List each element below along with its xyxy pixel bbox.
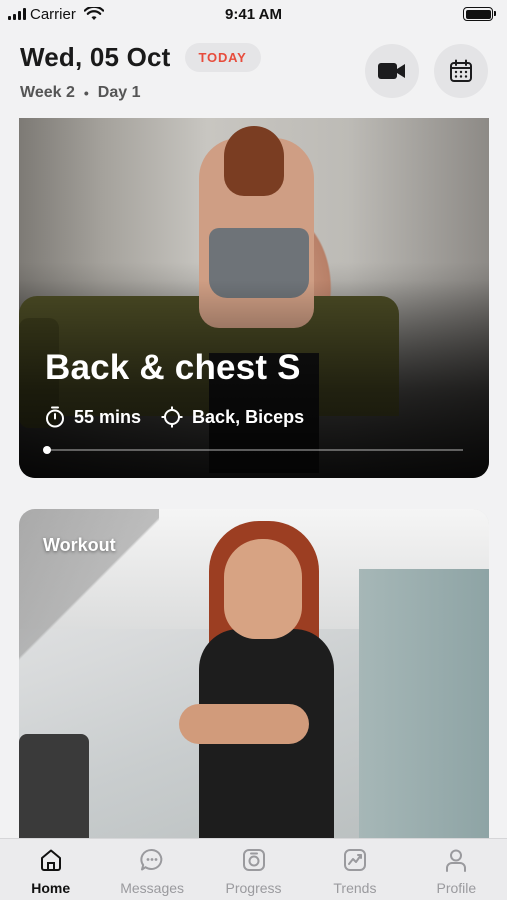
video-progress-knob[interactable]: [43, 446, 51, 454]
card-photo-arm: [179, 704, 309, 744]
date-row: Wed, 05 Oct TODAY: [20, 42, 261, 73]
crosshair-icon: [161, 406, 183, 428]
video-button[interactable]: [365, 44, 419, 98]
tab-home[interactable]: Home: [0, 839, 101, 900]
stopwatch-icon: [46, 406, 64, 428]
page-title: Wed, 05 Oct: [20, 42, 171, 72]
tab-trends-label: Trends: [333, 880, 377, 896]
card-title: Back & chest S: [45, 348, 301, 387]
chat-bubble-icon: [140, 849, 163, 871]
card-photo-wall: [359, 569, 489, 839]
home-icon: [40, 849, 61, 871]
target-label: Back, Biceps: [192, 406, 305, 427]
duration-item: 55 mins: [45, 406, 141, 428]
carrier-label: Carrier: [30, 5, 76, 23]
card-photo-face: [224, 539, 302, 639]
target-item: Back, Biceps: [161, 406, 304, 428]
separator-dot: •: [83, 85, 89, 101]
tab-trends[interactable]: Trends: [304, 839, 405, 900]
tab-progress[interactable]: Progress: [203, 839, 304, 900]
today-badge[interactable]: TODAY: [184, 43, 261, 72]
signal-icon: [8, 8, 26, 20]
video-progress-track[interactable]: [45, 449, 463, 451]
progress-icon: [242, 849, 265, 871]
tab-messages-label: Messages: [120, 880, 185, 896]
header: Wed, 05 Oct TODAY Week 2 • Day 1: [0, 28, 507, 118]
calendar-icon: [450, 59, 472, 82]
wifi-icon: [83, 7, 104, 20]
card-category-label: Workout: [43, 535, 116, 555]
calendar-button[interactable]: [434, 44, 488, 98]
day-label: Day 1: [97, 84, 141, 101]
tab-profile[interactable]: Profile: [406, 839, 507, 900]
workout-card-back-chest[interactable]: Back & chest S 55 mins Back, Biceps: [19, 118, 489, 478]
tab-progress-label: Progress: [225, 880, 282, 896]
duration-label: 55 mins: [74, 406, 142, 427]
tab-bar: Home Messages Progress Trends Profile: [0, 838, 507, 900]
workout-card-gym[interactable]: Workout: [19, 509, 489, 839]
video-camera-icon: [378, 63, 405, 79]
tab-profile-label: Profile: [436, 880, 477, 896]
week-label: Week 2: [20, 84, 75, 101]
trend-chart-icon: [343, 849, 366, 871]
status-bar: Carrier 9:41 AM: [0, 0, 507, 28]
card-meta: 55 mins Back, Biceps: [45, 406, 304, 428]
tab-messages[interactable]: Messages: [101, 839, 202, 900]
status-left: Carrier: [8, 6, 104, 23]
tab-home-label: Home: [31, 880, 71, 896]
user-icon: [446, 849, 467, 872]
card-photo-machine: [19, 734, 89, 839]
battery-icon: [463, 7, 496, 21]
week-day-subtitle: Week 2 • Day 1: [20, 84, 140, 102]
